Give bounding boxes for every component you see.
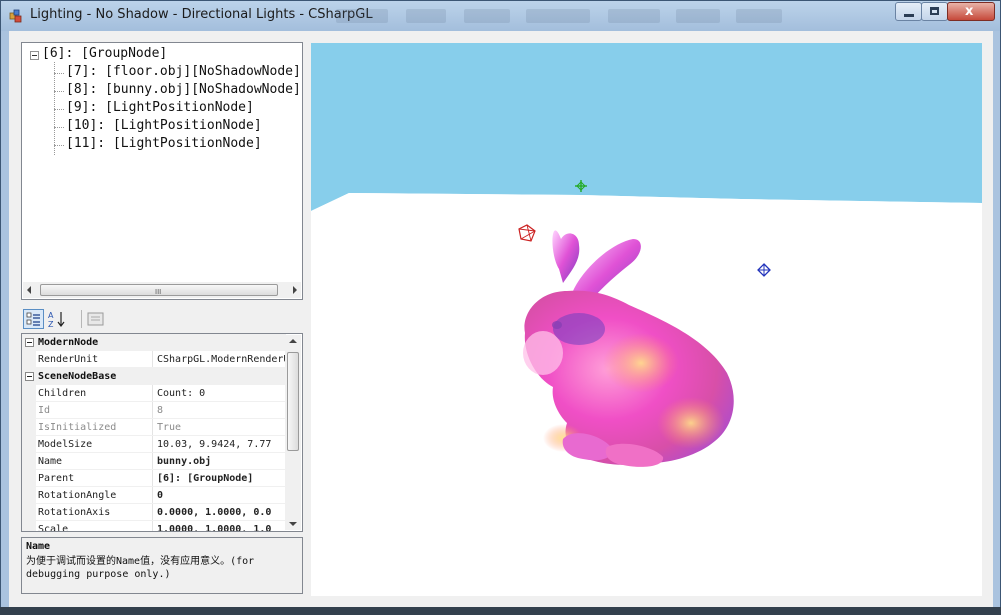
property-pages-icon <box>87 312 104 326</box>
tree-connector <box>54 73 64 74</box>
svg-text:Z: Z <box>48 320 54 329</box>
tree-horizontal-scrollbar[interactable]: III <box>23 282 301 298</box>
property-row-parent[interactable]: Parent [6]: [GroupNode] <box>22 470 286 487</box>
scroll-down-icon[interactable] <box>289 522 297 526</box>
categorized-button[interactable] <box>23 309 44 329</box>
collapse-toggle[interactable] <box>30 51 39 60</box>
svg-text:A: A <box>48 311 54 320</box>
category-collapse-icon[interactable] <box>25 338 34 347</box>
property-row-name[interactable]: Name bunny.obj <box>22 453 286 470</box>
property-name: Children <box>38 388 87 399</box>
property-name: RenderUnit <box>38 354 99 365</box>
property-name: Scale <box>38 524 69 532</box>
app-icon <box>9 9 22 23</box>
scroll-left-icon[interactable] <box>27 286 31 294</box>
category-collapse-icon[interactable] <box>25 372 34 381</box>
property-value: True <box>157 422 182 433</box>
property-value[interactable]: Count: 0 <box>157 385 286 402</box>
tree-connector <box>54 127 64 128</box>
scene-render <box>311 43 982 596</box>
close-icon: x <box>965 4 974 19</box>
close-button[interactable]: x <box>947 2 995 21</box>
property-name: RotationAngle <box>38 490 117 501</box>
property-name: Name <box>38 456 63 467</box>
title-bar[interactable]: Lighting - No Shadow - Directional Light… <box>1 1 1000 31</box>
taskbar-strip <box>0 607 1001 615</box>
category-modernnode[interactable]: ModernNode <box>22 334 286 351</box>
property-grid[interactable]: ModernNode RenderUnit CSharpGL.ModernRend… <box>21 333 303 532</box>
category-label: ModernNode <box>38 337 99 348</box>
scrollbar-thumb[interactable] <box>287 352 299 451</box>
tree-connector <box>54 145 64 146</box>
toolbar-separator <box>81 310 82 328</box>
property-row-modelsize[interactable]: ModelSize 10.03, 9.9424, 7.77 <box>22 436 286 453</box>
tree-connector <box>54 91 64 92</box>
property-name: IsInitialized <box>38 422 117 433</box>
property-value[interactable]: 10.03, 9.9424, 7.77 <box>157 436 286 453</box>
property-value[interactable]: 1.0000, 1.0000, 1.0 <box>157 521 286 531</box>
property-name: Id <box>38 405 51 416</box>
property-grid-vertical-scrollbar[interactable] <box>285 335 301 530</box>
property-row-id[interactable]: Id 8 <box>22 402 286 419</box>
blurred-taskbar-text <box>336 9 806 23</box>
property-value[interactable]: 0 <box>157 487 286 504</box>
maximize-button[interactable] <box>921 2 948 21</box>
scrollbar-thumb[interactable]: III <box>40 284 278 296</box>
app-window: Lighting - No Shadow - Directional Light… <box>0 0 1001 615</box>
property-name: RotationAxis <box>38 507 111 518</box>
category-label: SceneNodeBase <box>38 371 117 382</box>
property-name: ModelSize <box>38 439 93 450</box>
minimize-icon <box>904 14 914 17</box>
tree-node-light-9[interactable]: [9]: [LightPositionNode] <box>66 100 254 116</box>
property-name: Parent <box>38 473 75 484</box>
property-row-scale[interactable]: Scale 1.0000, 1.0000, 1.0 <box>22 521 286 532</box>
property-value[interactable]: 0.0000, 1.0000, 0.0 <box>157 504 286 521</box>
tree-node-root[interactable]: [6]: [GroupNode] <box>42 46 167 62</box>
maximize-icon <box>930 7 939 15</box>
grip-icon: III <box>155 288 162 296</box>
property-grid-toolbar: A Z <box>21 307 303 332</box>
scene-tree[interactable]: [6]: [GroupNode] [7]: [floor.obj][NoShad… <box>21 42 303 300</box>
property-value[interactable]: bunny.obj <box>157 453 286 470</box>
scroll-right-icon[interactable] <box>293 286 297 294</box>
property-row-rotationaxis[interactable]: RotationAxis 0.0000, 1.0000, 0.0 <box>22 504 286 521</box>
property-value[interactable]: CSharpGL.ModernRenderUnit <box>157 351 286 368</box>
gl-viewport[interactable] <box>311 43 982 596</box>
property-row-isinitialized[interactable]: IsInitialized True <box>22 419 286 436</box>
help-title: Name <box>26 541 51 552</box>
scroll-up-icon[interactable] <box>289 339 297 343</box>
tree-node-floor[interactable]: [7]: [floor.obj][NoShadowNode] <box>66 64 301 80</box>
property-row-rotationangle[interactable]: RotationAngle 0 <box>22 487 286 504</box>
property-value[interactable]: [6]: [GroupNode] <box>157 470 286 487</box>
property-row-renderunit[interactable]: RenderUnit CSharpGL.ModernRenderUnit <box>22 351 286 368</box>
window-title: Lighting - No Shadow - Directional Light… <box>30 7 373 22</box>
category-scenenodebase[interactable]: SceneNodeBase <box>22 368 286 385</box>
categorized-icon <box>26 312 40 326</box>
client-area: [6]: [GroupNode] [7]: [floor.obj][NoShad… <box>9 31 993 608</box>
sky <box>311 43 982 211</box>
minimize-button[interactable] <box>895 2 922 21</box>
property-pages-button[interactable] <box>85 309 106 329</box>
tree-node-light-10[interactable]: [10]: [LightPositionNode] <box>66 118 262 134</box>
help-description: 为便于调试而设置的Name值，没有应用意义。(for debugging pur… <box>26 556 255 580</box>
sort-alphabetical-icon: A Z <box>48 311 65 329</box>
property-help-pane: Name 为便于调试而设置的Name值，没有应用意义。(for debuggin… <box>21 537 303 594</box>
property-value: 8 <box>157 405 164 416</box>
alphabetical-button[interactable]: A Z <box>46 309 67 329</box>
tree-connector <box>54 109 64 110</box>
tree-node-light-11[interactable]: [11]: [LightPositionNode] <box>66 136 262 152</box>
tree-node-bunny[interactable]: [8]: [bunny.obj][NoShadowNode] <box>66 82 301 98</box>
property-row-children[interactable]: Children Count: 0 <box>22 385 286 402</box>
